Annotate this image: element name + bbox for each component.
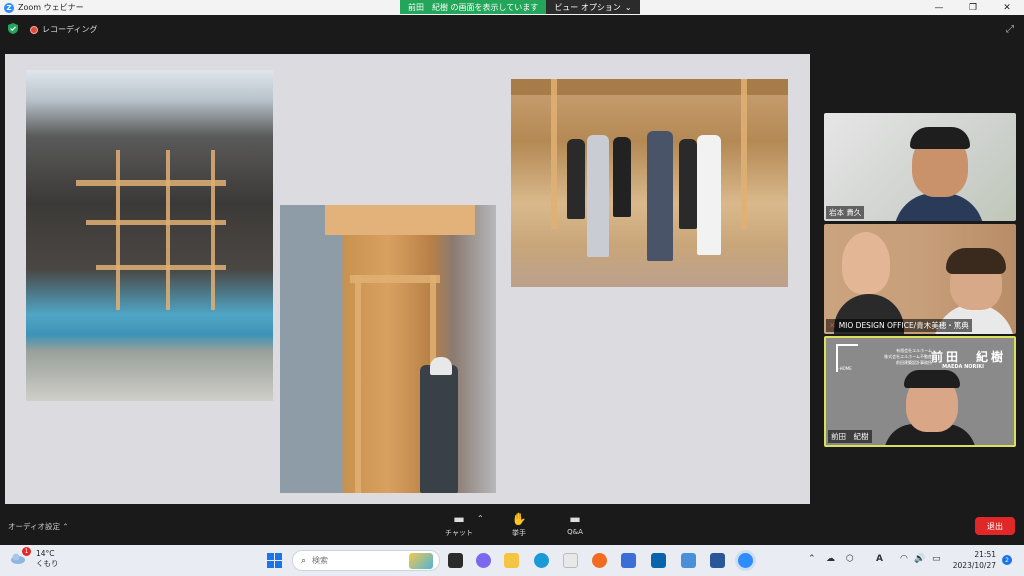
- hand-icon: ✋: [511, 512, 527, 526]
- volume-icon[interactable]: 🔊: [914, 554, 925, 564]
- participant-name-label: 前田 紀樹: [828, 430, 872, 443]
- calendar-icon[interactable]: [681, 553, 696, 568]
- participant-tile[interactable]: ✕ MIO DESIGN OFFICE/青木美穂・篤典: [824, 224, 1016, 334]
- participant-name: MIO DESIGN OFFICE/青木美穂・篤典: [838, 321, 969, 330]
- participant-tile[interactable]: 岩本 貴久: [824, 113, 1016, 221]
- audio-settings-button[interactable]: オーディオ設定 ⌃: [8, 521, 69, 532]
- participant-name: 岩本 貴久: [829, 208, 862, 217]
- record-icon: [30, 25, 38, 34]
- store-icon[interactable]: [563, 553, 578, 568]
- participant-name-label: ✕ MIO DESIGN OFFICE/青木美穂・篤典: [826, 319, 972, 332]
- search-highlight-image: [409, 553, 433, 569]
- file-explorer-icon[interactable]: [504, 553, 519, 568]
- participant-name-label: 岩本 貴久: [826, 206, 865, 219]
- chat-icon: ▬: [453, 512, 465, 526]
- construction-photo-interior: [280, 205, 496, 493]
- onedrive-icon[interactable]: ☁: [826, 554, 835, 564]
- construction-photo-group: [511, 79, 788, 287]
- leave-button[interactable]: 退出: [975, 517, 1015, 535]
- clock-time: 21:51: [974, 550, 996, 559]
- shared-screen: [5, 54, 810, 504]
- photos-icon[interactable]: [621, 553, 636, 568]
- minimize-button[interactable]: —: [922, 0, 956, 15]
- windows-start-icon[interactable]: [267, 553, 282, 568]
- zoom-taskbar-icon[interactable]: [738, 553, 753, 568]
- edge-browser-icon[interactable]: [534, 553, 549, 568]
- raise-hand-label: 挙手: [512, 529, 526, 537]
- ime-icon[interactable]: A: [876, 554, 883, 564]
- title-bar: Z Zoom ウェビナー 前田 紀樹 の画面を表示しています ビュー オプション…: [0, 0, 1024, 15]
- weather-temp: 14°C: [36, 549, 55, 558]
- chevron-down-icon: ⌄: [624, 2, 632, 12]
- banner-roman-name: MAEDA NORIKI: [942, 364, 984, 370]
- weather-badge: 1: [22, 547, 31, 556]
- participant-tile-active-speaker[interactable]: L-HOME 有限会社エルホーム 株式会社エルホーム不動産 前田建築設計事務所 …: [824, 336, 1016, 447]
- app-icon[interactable]: [592, 553, 607, 568]
- view-options-button[interactable]: ビュー オプション ⌄: [546, 0, 640, 14]
- zoom-logo-icon: Z: [4, 2, 14, 13]
- wifi-icon[interactable]: ◠: [900, 554, 908, 564]
- restore-button[interactable]: ❐: [956, 0, 990, 15]
- encryption-shield-icon[interactable]: [8, 23, 18, 34]
- meeting-top-bar: レコーディング ⤢: [0, 15, 1024, 43]
- window-controls: — ❐ ✕: [922, 0, 1024, 15]
- fullscreen-icon[interactable]: ⤢: [1006, 24, 1014, 35]
- close-button[interactable]: ✕: [990, 0, 1024, 15]
- windows-taskbar: 1 14°C くもり ⌕ ⌃ ☁ ⬡ A ◠ 🔊: [0, 545, 1024, 576]
- company-names: 有限会社エルホーム 株式会社エルホーム不動産 前田建築設計事務所: [884, 348, 932, 365]
- banner-name: 前田 紀樹: [930, 350, 1006, 364]
- participant-name: 前田 紀樹: [831, 432, 869, 441]
- recording-label: レコーディング: [42, 25, 98, 34]
- zoom-window: Z Zoom ウェビナー 前田 紀樹 の画面を表示しています ビュー オプション…: [0, 0, 1024, 576]
- taskbar-search[interactable]: ⌕: [292, 550, 440, 571]
- app-title: Zoom ウェビナー: [18, 3, 84, 12]
- qa-label: Q&A: [567, 528, 583, 536]
- raise-hand-button[interactable]: ✋ 挙手: [504, 512, 534, 538]
- security-icon[interactable]: ⬡: [846, 554, 854, 564]
- construction-photo-scaffold: [26, 70, 273, 401]
- chat-chevron-up-icon[interactable]: ⌃: [477, 514, 484, 523]
- battery-icon[interactable]: ▭: [932, 554, 941, 564]
- clock-date: 2023/10/27: [952, 561, 996, 570]
- cloud-icon: 1: [10, 547, 31, 564]
- chevron-up-icon[interactable]: ⌃: [62, 522, 68, 531]
- weather-desc: くもり: [36, 559, 59, 568]
- outlook-icon[interactable]: [651, 553, 666, 568]
- view-options-label: ビュー オプション: [554, 2, 621, 12]
- notification-badge[interactable]: 2: [1002, 555, 1012, 565]
- taskbar-clock[interactable]: 21:51 2023/10/27: [953, 549, 996, 571]
- teams-chat-icon[interactable]: [476, 553, 491, 568]
- share-banner: 前田 紀樹 の画面を表示しています ビュー オプション ⌄: [400, 0, 640, 14]
- share-status-text: 前田 紀樹 の画面を表示しています: [400, 0, 547, 14]
- recording-indicator[interactable]: レコーディング: [30, 24, 97, 35]
- weather-widget[interactable]: 1 14°C くもり: [10, 547, 59, 569]
- qa-button[interactable]: ▬ Q&A: [560, 512, 590, 536]
- word-icon[interactable]: [710, 553, 725, 568]
- microphone-muted-icon: ✕: [829, 321, 836, 330]
- lhome-logo-text: L-HOME: [836, 366, 852, 371]
- search-input[interactable]: [312, 556, 393, 565]
- show-hidden-icons[interactable]: ⌃: [808, 554, 816, 564]
- chat-label: チャット: [445, 529, 473, 537]
- chat-button[interactable]: ▬ チャット: [444, 512, 474, 538]
- task-view-icon[interactable]: [448, 553, 463, 568]
- qa-icon: ▬: [569, 512, 581, 526]
- search-icon: ⌕: [301, 555, 307, 566]
- audio-settings-label: オーディオ設定: [8, 522, 60, 531]
